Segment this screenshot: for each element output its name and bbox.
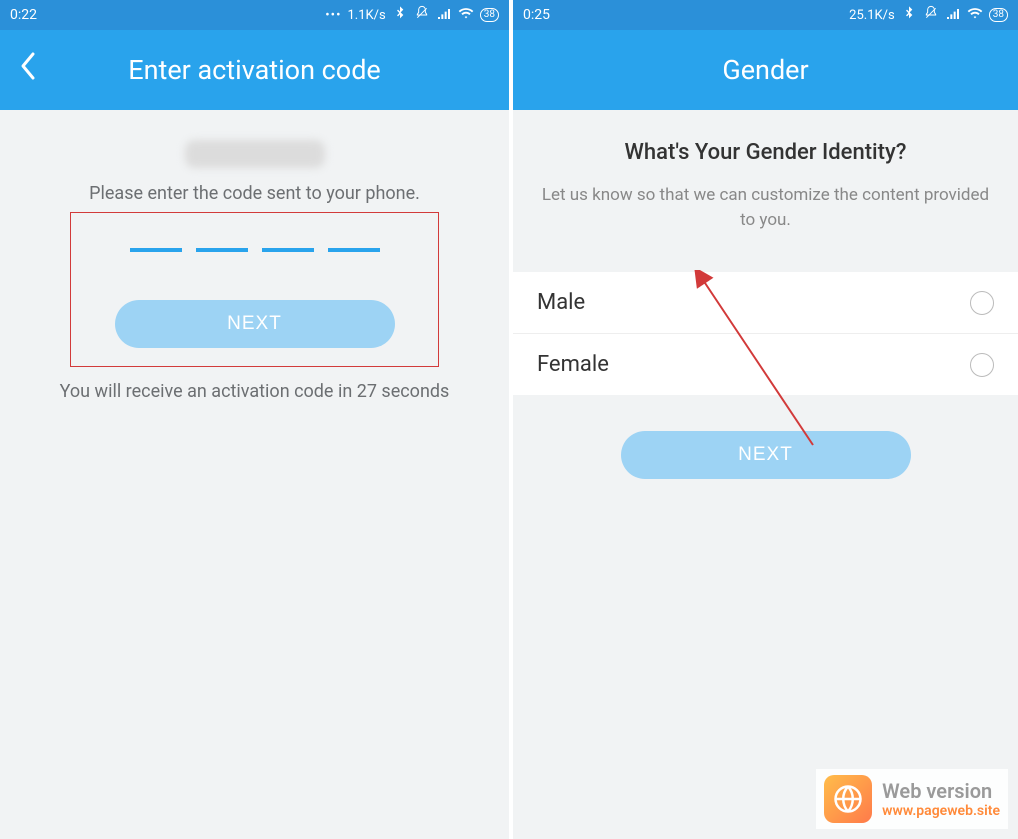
page-title: Gender xyxy=(513,54,1018,86)
back-icon[interactable] xyxy=(18,51,38,89)
activation-code-input[interactable] xyxy=(91,248,418,252)
app-bar: Gender xyxy=(513,30,1018,110)
watermark-badge: Web version www.pageweb.site xyxy=(816,769,1008,829)
next-button[interactable]: NEXT xyxy=(115,300,395,348)
watermark-text: Web version www.pageweb.site xyxy=(882,779,1000,819)
wifi-icon xyxy=(967,5,983,25)
status-bar: 0:22 ••• 1.1K/s 38 xyxy=(0,0,509,30)
countdown-text: You will receive an activation code in 2… xyxy=(0,381,509,402)
option-label: Male xyxy=(537,290,585,315)
watermark-url: www.pageweb.site xyxy=(882,803,1000,819)
content-area: What's Your Gender Identity? Let us know… xyxy=(513,110,1018,839)
next-button[interactable]: NEXT xyxy=(621,431,911,479)
code-slot[interactable] xyxy=(130,248,182,252)
page-title: Enter activation code xyxy=(0,54,509,86)
network-speed: 1.1K/s xyxy=(347,8,385,23)
code-slot[interactable] xyxy=(196,248,248,252)
option-label: Female xyxy=(537,352,609,377)
phone-number-blurred xyxy=(185,140,325,168)
bluetooth-icon xyxy=(392,5,408,25)
content-area: Please enter the code sent to your phone… xyxy=(0,110,509,839)
gender-option-female[interactable]: Female xyxy=(513,334,1018,395)
status-icons: ••• 1.1K/s 38 xyxy=(325,5,499,25)
gender-option-list: Male Female xyxy=(513,272,1018,395)
battery-icon: 38 xyxy=(480,8,499,22)
status-icons: 25.1K/s 38 xyxy=(849,5,1008,25)
network-speed: 25.1K/s xyxy=(849,8,895,23)
globe-icon xyxy=(824,775,872,823)
bluetooth-icon xyxy=(901,5,917,25)
phone-screen-right: 0:25 25.1K/s 38 Gender xyxy=(509,0,1018,839)
battery-icon: 38 xyxy=(989,8,1008,22)
mute-icon xyxy=(414,5,430,25)
status-time: 0:25 xyxy=(523,7,550,23)
mute-icon xyxy=(923,5,939,25)
code-slot[interactable] xyxy=(328,248,380,252)
question-subtext: Let us know so that we can customize the… xyxy=(513,183,1018,232)
signal-icon xyxy=(436,5,452,25)
annotation-highlight-box: NEXT xyxy=(70,212,439,367)
code-slot[interactable] xyxy=(262,248,314,252)
radio-icon[interactable] xyxy=(970,291,994,315)
status-bar: 0:25 25.1K/s 38 xyxy=(513,0,1018,30)
app-bar: Enter activation code xyxy=(0,30,509,110)
more-icon: ••• xyxy=(325,8,341,23)
question-title: What's Your Gender Identity? xyxy=(513,140,1018,165)
wifi-icon xyxy=(458,5,474,25)
instruction-text: Please enter the code sent to your phone… xyxy=(0,183,509,204)
watermark-title: Web version xyxy=(882,779,1000,803)
signal-icon xyxy=(945,5,961,25)
radio-icon[interactable] xyxy=(970,353,994,377)
gender-option-male[interactable]: Male xyxy=(513,272,1018,334)
phone-screen-left: 0:22 ••• 1.1K/s 38 xyxy=(0,0,509,839)
status-time: 0:22 xyxy=(10,7,37,23)
